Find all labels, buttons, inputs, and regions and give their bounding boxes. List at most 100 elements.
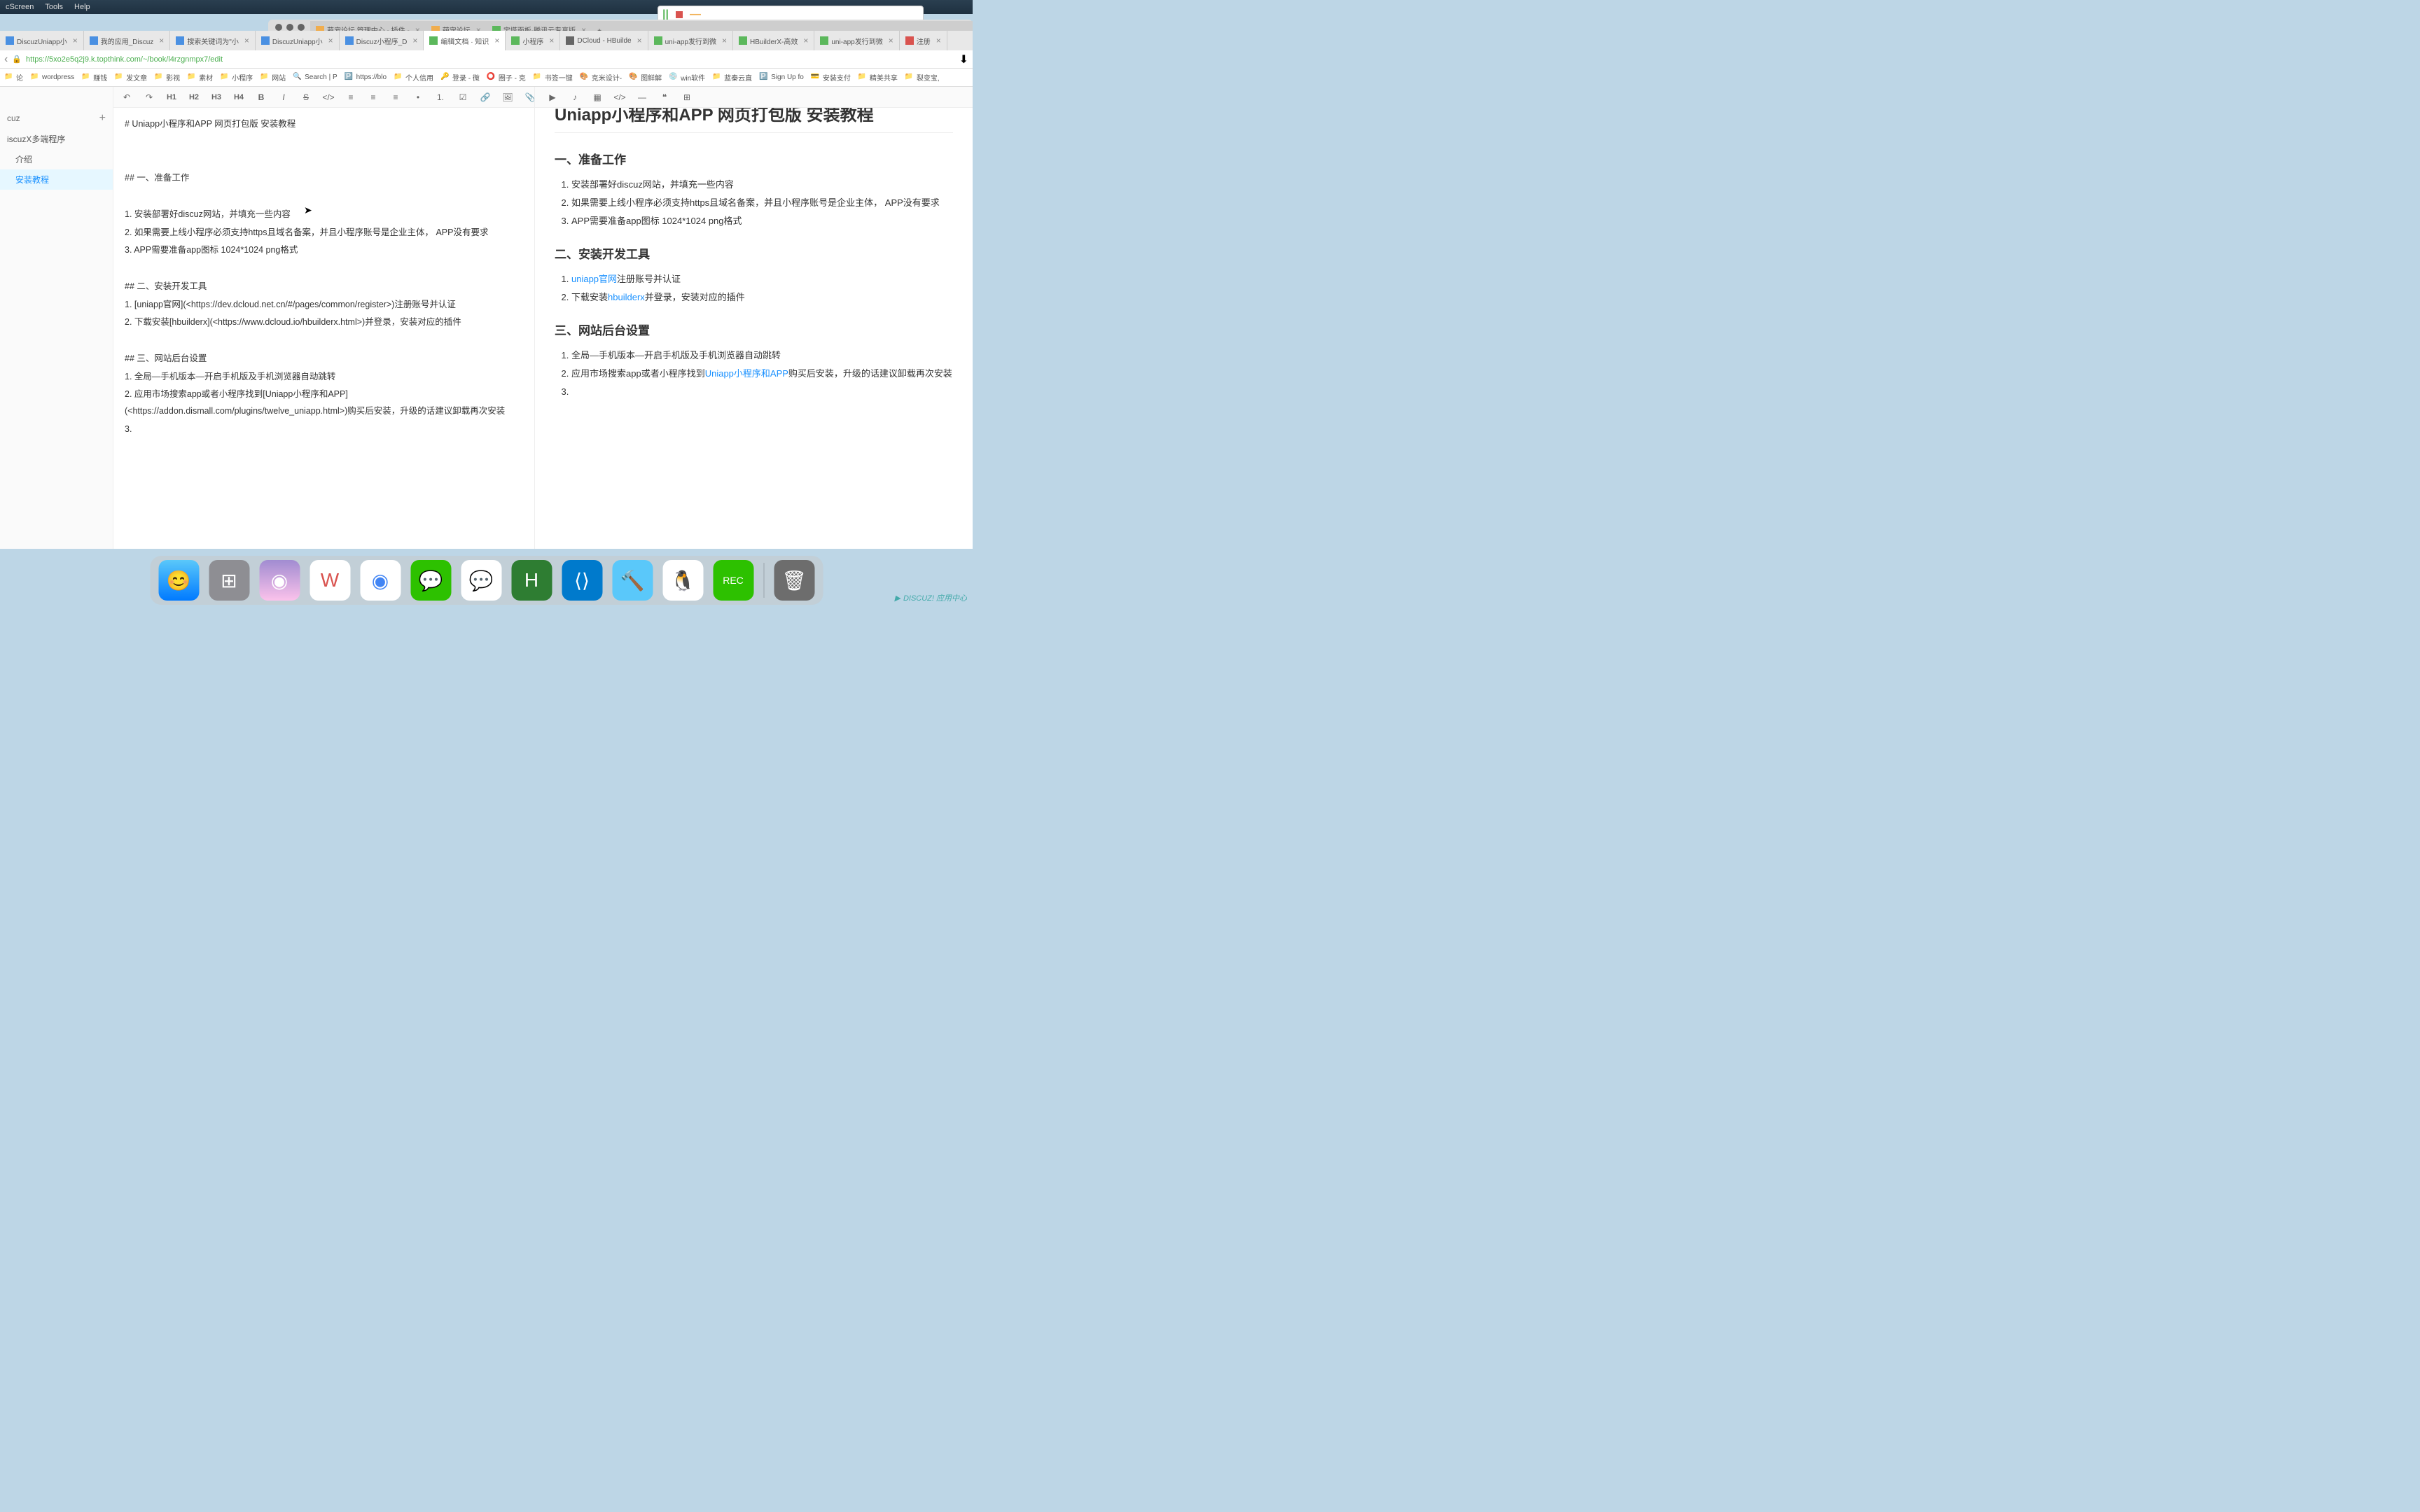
markdown-editor[interactable]: # Uniapp小程序和APP 网页打包版 安装教程 ## 一、准备工作 1. … <box>113 87 535 549</box>
dock-app-chrome[interactable]: ◉ <box>360 560 401 601</box>
inner-tab[interactable]: HBuilderX-高效× <box>733 31 814 50</box>
quote-icon[interactable]: ❝ <box>658 91 671 104</box>
bookmark-item[interactable]: 📁书签一键 <box>533 72 573 83</box>
inner-tab[interactable]: DiscuzUniapp小× <box>0 31 84 50</box>
bookmark-item[interactable]: 📁发文章 <box>114 72 147 83</box>
close-icon[interactable]: × <box>328 36 333 46</box>
hr-icon[interactable]: — <box>636 91 648 104</box>
dock-app-xcode[interactable]: 🔨 <box>612 560 653 601</box>
bookmark-item[interactable]: 📁蓝秦云直 <box>712 72 752 83</box>
editor-line[interactable]: 1. [uniapp官网](<https://dev.dcloud.net.cn… <box>125 297 523 314</box>
plus-icon[interactable]: + <box>99 112 106 125</box>
inner-tab[interactable]: 小程序× <box>506 31 560 50</box>
link-uniapp[interactable]: uniapp官网 <box>571 274 617 284</box>
bookmark-item[interactable]: 📁wordpress <box>30 73 74 83</box>
inner-tab[interactable]: uni-app发行到微× <box>648 31 733 50</box>
close-icon[interactable]: × <box>494 36 499 46</box>
back-icon[interactable]: ‹ <box>4 53 8 66</box>
dock-app-wechat[interactable]: 💬 <box>410 560 451 601</box>
dock-app-hbuilder[interactable]: H <box>511 560 552 601</box>
sidebar-item-intro[interactable]: 介绍 <box>0 149 113 169</box>
dock-app-app3[interactable]: ◉ <box>259 560 300 601</box>
editor-line[interactable]: 1. 安装部署好discuz网站，并填充一些内容 <box>125 206 523 223</box>
dock-app-rec[interactable]: REC <box>713 560 753 601</box>
close-dot[interactable] <box>275 24 282 31</box>
editor-line[interactable]: 2. 应用市场搜索app或者小程序找到[Uniapp小程序和APP](<http… <box>125 386 523 420</box>
editor-line[interactable]: 2. 下载安装[hbuilderx](<https://www.dcloud.i… <box>125 314 523 331</box>
extension-icon[interactable]: ⬇ <box>959 52 968 66</box>
inner-tab[interactable]: 搜索关键词为"小× <box>170 31 256 50</box>
close-icon[interactable]: × <box>73 36 78 46</box>
editor-line[interactable] <box>125 134 523 151</box>
bookmark-item[interactable]: ⭕圈子 - 克 <box>487 72 526 83</box>
sidebar-item-install[interactable]: 安装教程 <box>0 169 113 190</box>
stop-icon[interactable] <box>676 11 683 18</box>
dock-app-wps[interactable]: W <box>310 560 350 601</box>
bookmark-item[interactable]: 📁赚钱 <box>81 72 107 83</box>
bookmark-item[interactable]: 📁小程序 <box>220 72 253 83</box>
video-icon[interactable]: ▶ <box>546 91 559 104</box>
inner-tab[interactable]: 我的应用_Discuz× <box>84 31 171 50</box>
close-icon[interactable]: × <box>159 36 164 46</box>
close-icon[interactable]: × <box>412 36 417 46</box>
dock-app-wework[interactable]: 💬 <box>461 560 501 601</box>
max-dot[interactable] <box>298 24 305 31</box>
dock-app-finder[interactable]: 😊 <box>158 560 199 601</box>
bookmark-item[interactable]: 📁精美共享 <box>858 72 898 83</box>
bookmark-item[interactable]: 🎨克米设计- <box>580 72 622 83</box>
bookmark-item[interactable]: 📁论 <box>4 72 23 83</box>
close-icon[interactable]: × <box>549 36 554 46</box>
close-icon[interactable]: × <box>803 36 808 46</box>
editor-line[interactable] <box>125 260 523 277</box>
editor-line[interactable] <box>125 153 523 169</box>
bookmark-item[interactable]: 💳安装支付 <box>811 72 851 83</box>
editor-line[interactable]: ## 三、网站后台设置 <box>125 351 523 368</box>
bookmark-item[interactable]: 🎨图鲜解 <box>629 72 662 83</box>
bookmark-item[interactable]: 🅿️Sign Up fo <box>759 73 804 83</box>
bookmark-item[interactable]: 📁个人信用 <box>394 72 433 83</box>
editor-line[interactable]: ## 一、准备工作 <box>125 170 523 187</box>
editor-line[interactable]: # Uniapp小程序和APP 网页打包版 安装教程 <box>125 116 523 133</box>
more-icon[interactable]: ⊞ <box>681 91 693 104</box>
close-icon[interactable]: × <box>722 36 727 46</box>
bookmark-item[interactable]: 📁网站 <box>260 72 286 83</box>
inner-tab[interactable]: Discuz小程序_D× <box>340 31 424 50</box>
bookmark-item[interactable]: 🔑登录 - 微 <box>440 72 480 83</box>
menu-app[interactable]: cScreen <box>6 3 34 11</box>
bookmark-item[interactable]: 🔍Search | P <box>293 73 338 83</box>
editor-line[interactable]: 1. 全局—手机版本—开启手机版及手机浏览器自动跳转 <box>125 369 523 386</box>
bookmark-item[interactable]: 🅿️https://blo <box>345 73 387 83</box>
dock-app-qq[interactable]: 🐧 <box>662 560 703 601</box>
editor-line[interactable] <box>125 332 523 349</box>
menu-help[interactable]: Help <box>74 3 90 11</box>
inner-tab[interactable]: DCloud - HBuilde× <box>560 31 648 50</box>
inner-tab[interactable]: DiscuzUniapp小× <box>256 31 340 50</box>
dock-app-vscode[interactable]: ⟨⟩ <box>562 560 602 601</box>
editor-line[interactable]: 3. APP需要准备app图标 1024*1024 png格式 <box>125 242 523 259</box>
editor-line[interactable]: ## 二、安装开发工具 <box>125 279 523 295</box>
inner-tab[interactable]: 编辑文档 · 知识× <box>424 31 506 50</box>
dock-app-trash[interactable]: 🗑 <box>774 560 814 601</box>
dock-app-launchpad[interactable]: ⊞ <box>209 560 249 601</box>
close-icon[interactable]: × <box>936 36 941 46</box>
table-icon[interactable]: ▦ <box>591 91 604 104</box>
sidebar-root[interactable]: iscuzX多端程序 <box>0 129 113 149</box>
editor-line[interactable] <box>125 188 523 205</box>
inner-tab[interactable]: 注册× <box>900 31 947 50</box>
bookmark-item[interactable]: 💿win软件 <box>669 72 705 83</box>
codeblock-icon[interactable]: </> <box>613 91 626 104</box>
bookmark-item[interactable]: 📁影视 <box>154 72 180 83</box>
min-dot[interactable] <box>286 24 293 31</box>
menu-tools[interactable]: Tools <box>45 3 63 11</box>
close-icon[interactable]: × <box>244 36 249 46</box>
link-hbuilderx[interactable]: hbuilderx <box>608 292 645 302</box>
editor-line[interactable]: 2. 如果需要上线小程序必须支持https且域名备案，并且小程序账号是企业主体，… <box>125 225 523 241</box>
bookmark-item[interactable]: 📁素材 <box>187 72 213 83</box>
close-icon[interactable]: × <box>889 36 893 46</box>
link-plugin[interactable]: Uniapp小程序和APP <box>705 368 788 379</box>
inner-tab[interactable]: uni-app发行到微× <box>814 31 899 50</box>
music-icon[interactable]: ♪ <box>569 91 581 104</box>
close-icon[interactable]: × <box>637 36 642 46</box>
bookmark-item[interactable]: 📁裂变宝, <box>905 72 940 83</box>
url-text[interactable]: https://5xo2e5q2j9.k.topthink.com/~/book… <box>26 55 955 64</box>
